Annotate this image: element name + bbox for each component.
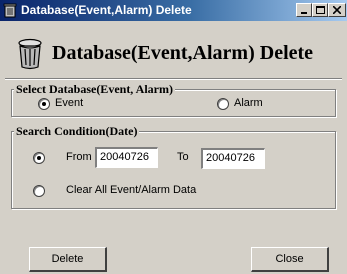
window-title: Database(Event,Alarm) Delete — [21, 3, 192, 17]
dialog-window: Database(Event,Alarm) Delete Database(Ev… — [0, 0, 347, 274]
event-radio[interactable] — [38, 98, 50, 110]
event-label: Event — [55, 97, 84, 109]
select-database-label: Select Database(Event, Alarm) — [14, 82, 175, 96]
close-icon — [333, 6, 341, 14]
clear-all-label: Clear All Event/Alarm Data — [66, 184, 197, 196]
minimize-icon — [301, 12, 307, 14]
search-condition-group — [11, 131, 336, 209]
close-window-button[interactable] — [328, 3, 346, 17]
alarm-label: Alarm — [234, 97, 263, 109]
from-date-input[interactable]: 20040726 — [95, 147, 158, 168]
divider — [5, 78, 342, 80]
clear-all-radio[interactable] — [33, 185, 45, 197]
to-label: To — [177, 151, 189, 163]
maximize-button[interactable] — [312, 3, 328, 17]
alarm-radio[interactable] — [217, 98, 229, 110]
page-title: Database(Event,Alarm) Delete — [52, 42, 314, 64]
delete-button[interactable]: Delete — [29, 247, 107, 272]
maximize-icon — [315, 6, 325, 14]
title-bar[interactable]: Database(Event,Alarm) Delete — [0, 0, 347, 21]
trash-can-icon — [3, 3, 17, 18]
minimize-button[interactable] — [296, 3, 312, 17]
date-range-radio[interactable] — [33, 152, 45, 164]
search-condition-label: Search Condition(Date) — [14, 124, 140, 138]
to-date-input[interactable]: 20040726 — [201, 148, 265, 169]
trash-can-icon — [18, 38, 42, 70]
close-button[interactable]: Close — [251, 247, 329, 272]
from-label: From — [66, 151, 92, 163]
